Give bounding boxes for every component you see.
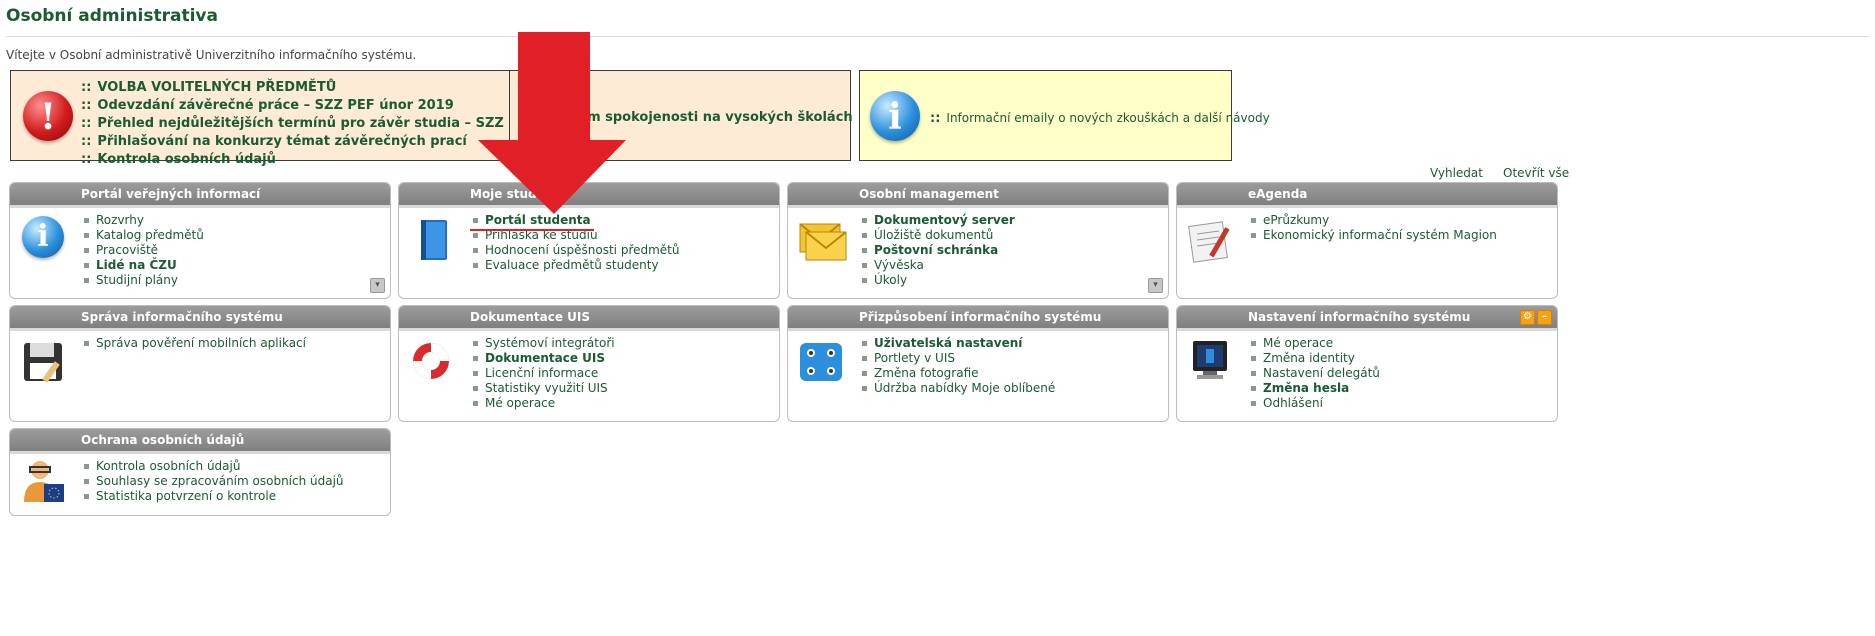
dice-icon: [796, 339, 848, 391]
list-item[interactable]: Souhlasy se zpracováním osobních údajů: [84, 474, 390, 489]
lifebuoy-icon: [407, 339, 459, 391]
settings-icon[interactable]: ⚙: [1520, 310, 1535, 325]
computer-icon: [1185, 339, 1237, 391]
list-item[interactable]: Vývěska: [862, 258, 1168, 273]
expand-icon[interactable]: ▾: [370, 278, 385, 293]
list-item[interactable]: Poštovní schránka: [862, 243, 1168, 258]
panel-title[interactable]: Přizpůsobení informačního systému: [788, 306, 1168, 331]
floppy-disk-icon: [18, 339, 70, 391]
list-item[interactable]: Statistiky využití UIS: [473, 381, 779, 396]
list-item[interactable]: Studijní plány: [84, 273, 390, 288]
panel-personal-management: Osobní management Dokumentový server Úlo…: [787, 182, 1169, 299]
list-item[interactable]: Katalog předmětů: [84, 228, 390, 243]
list-item[interactable]: Hodnocení úspěšnosti předmětů: [473, 243, 779, 258]
list-item[interactable]: Dokumentový server: [862, 213, 1168, 228]
info-icon: i: [870, 91, 920, 141]
list-item[interactable]: ePrůzkumy: [1251, 213, 1557, 228]
list-item[interactable]: Úkoly: [862, 273, 1168, 288]
annotation-arrow-icon: [478, 32, 626, 214]
panel-uis-documentation: Dokumentace UIS Systémoví integrátoři Do…: [398, 305, 780, 422]
panel-system-customization: Přizpůsobení informačního systému Uživat…: [787, 305, 1169, 422]
info-icon: i: [18, 216, 70, 268]
search-link[interactable]: Vyhledat: [1430, 166, 1483, 180]
list-item[interactable]: Změna hesla: [1251, 381, 1557, 396]
list-item[interactable]: Kontrola osobních údajů: [84, 459, 390, 474]
gdpr-person-icon: [18, 458, 70, 510]
info-notice-box: i :: Informační emaily o nových zkouškách…: [859, 70, 1270, 161]
panel-title[interactable]: Dokumentace UIS: [399, 306, 779, 331]
list-item[interactable]: Systémoví integrátoři: [473, 336, 779, 351]
page-title: Osobní administrativa: [6, 6, 218, 26]
panel-data-protection: Ochrana osobních údajů Kontrola osobních…: [9, 428, 391, 516]
panel-eagenda: eAgenda ePrůzkumy Ekonomický informační …: [1176, 182, 1558, 299]
list-item[interactable]: Mé operace: [1251, 336, 1557, 351]
welcome-text: Vítejte v Osobní administrativě Univerzi…: [6, 48, 417, 62]
list-item[interactable]: Správa pověření mobilních aplikací: [84, 336, 390, 351]
list-item[interactable]: Nastavení delegátů: [1251, 366, 1557, 381]
list-item[interactable]: Rozvrhy: [84, 213, 390, 228]
panel-system-settings: Nastavení informačního systému ⚙ – Mé op…: [1176, 305, 1558, 422]
annotation-underline: [470, 229, 594, 231]
important-notice-box: ! :: VOLBA VOLITELNÝCH PŘEDMĚTŮ :: Odevzdá…: [10, 70, 615, 167]
panel-public-info: Portál veřejných informací i Rozvrhy Kat…: [9, 182, 391, 299]
list-item[interactable]: Licenční informace: [473, 366, 779, 381]
list-item[interactable]: Portlety v UIS: [862, 351, 1168, 366]
list-item[interactable]: Dokumentace UIS: [473, 351, 779, 366]
list-item[interactable]: Ekonomický informační systém Magion: [1251, 228, 1557, 243]
panel-title[interactable]: Portál veřejných informací: [10, 183, 390, 208]
panel-title[interactable]: Nastavení informačního systému: [1177, 306, 1557, 331]
list-item[interactable]: Odhlášení: [1251, 396, 1557, 411]
open-all-link[interactable]: Otevřít vše: [1503, 166, 1569, 180]
exclamation-icon: !: [23, 91, 73, 141]
panel-title[interactable]: eAgenda: [1177, 183, 1557, 208]
notepad-icon: [1185, 216, 1237, 268]
list-item[interactable]: Mé operace: [473, 396, 779, 411]
panel-title[interactable]: Osobní management: [788, 183, 1168, 208]
notice-item[interactable]: :: Informační emaily o nových zkouškách a…: [930, 109, 1270, 128]
list-item[interactable]: Portál studenta: [473, 213, 779, 228]
list-item[interactable]: Uživatelská nastavení: [862, 336, 1168, 351]
envelope-icon: [796, 216, 848, 268]
list-item[interactable]: Pracoviště: [84, 243, 390, 258]
list-item[interactable]: Statistika potvrzení o kontrole: [84, 489, 390, 504]
list-item[interactable]: Změna fotografie: [862, 366, 1168, 381]
list-item[interactable]: Změna identity: [1251, 351, 1557, 366]
book-icon: [407, 216, 459, 268]
minimize-icon[interactable]: –: [1537, 310, 1552, 325]
list-item[interactable]: Lidé na ČZU: [84, 258, 390, 273]
list-item[interactable]: Údržba nabídky Moje oblíbené: [862, 381, 1168, 396]
list-item[interactable]: Úložiště dokumentů: [862, 228, 1168, 243]
panel-title[interactable]: Správa informačního systému: [10, 306, 390, 331]
panel-system-administration: Správa informačního systému Správa pověř…: [9, 305, 391, 422]
list-item[interactable]: Evaluace předmětů studenty: [473, 258, 779, 273]
expand-icon[interactable]: ▾: [1148, 278, 1163, 293]
panel-title[interactable]: Ochrana osobních údajů: [10, 429, 390, 454]
title-divider: [6, 36, 1870, 37]
